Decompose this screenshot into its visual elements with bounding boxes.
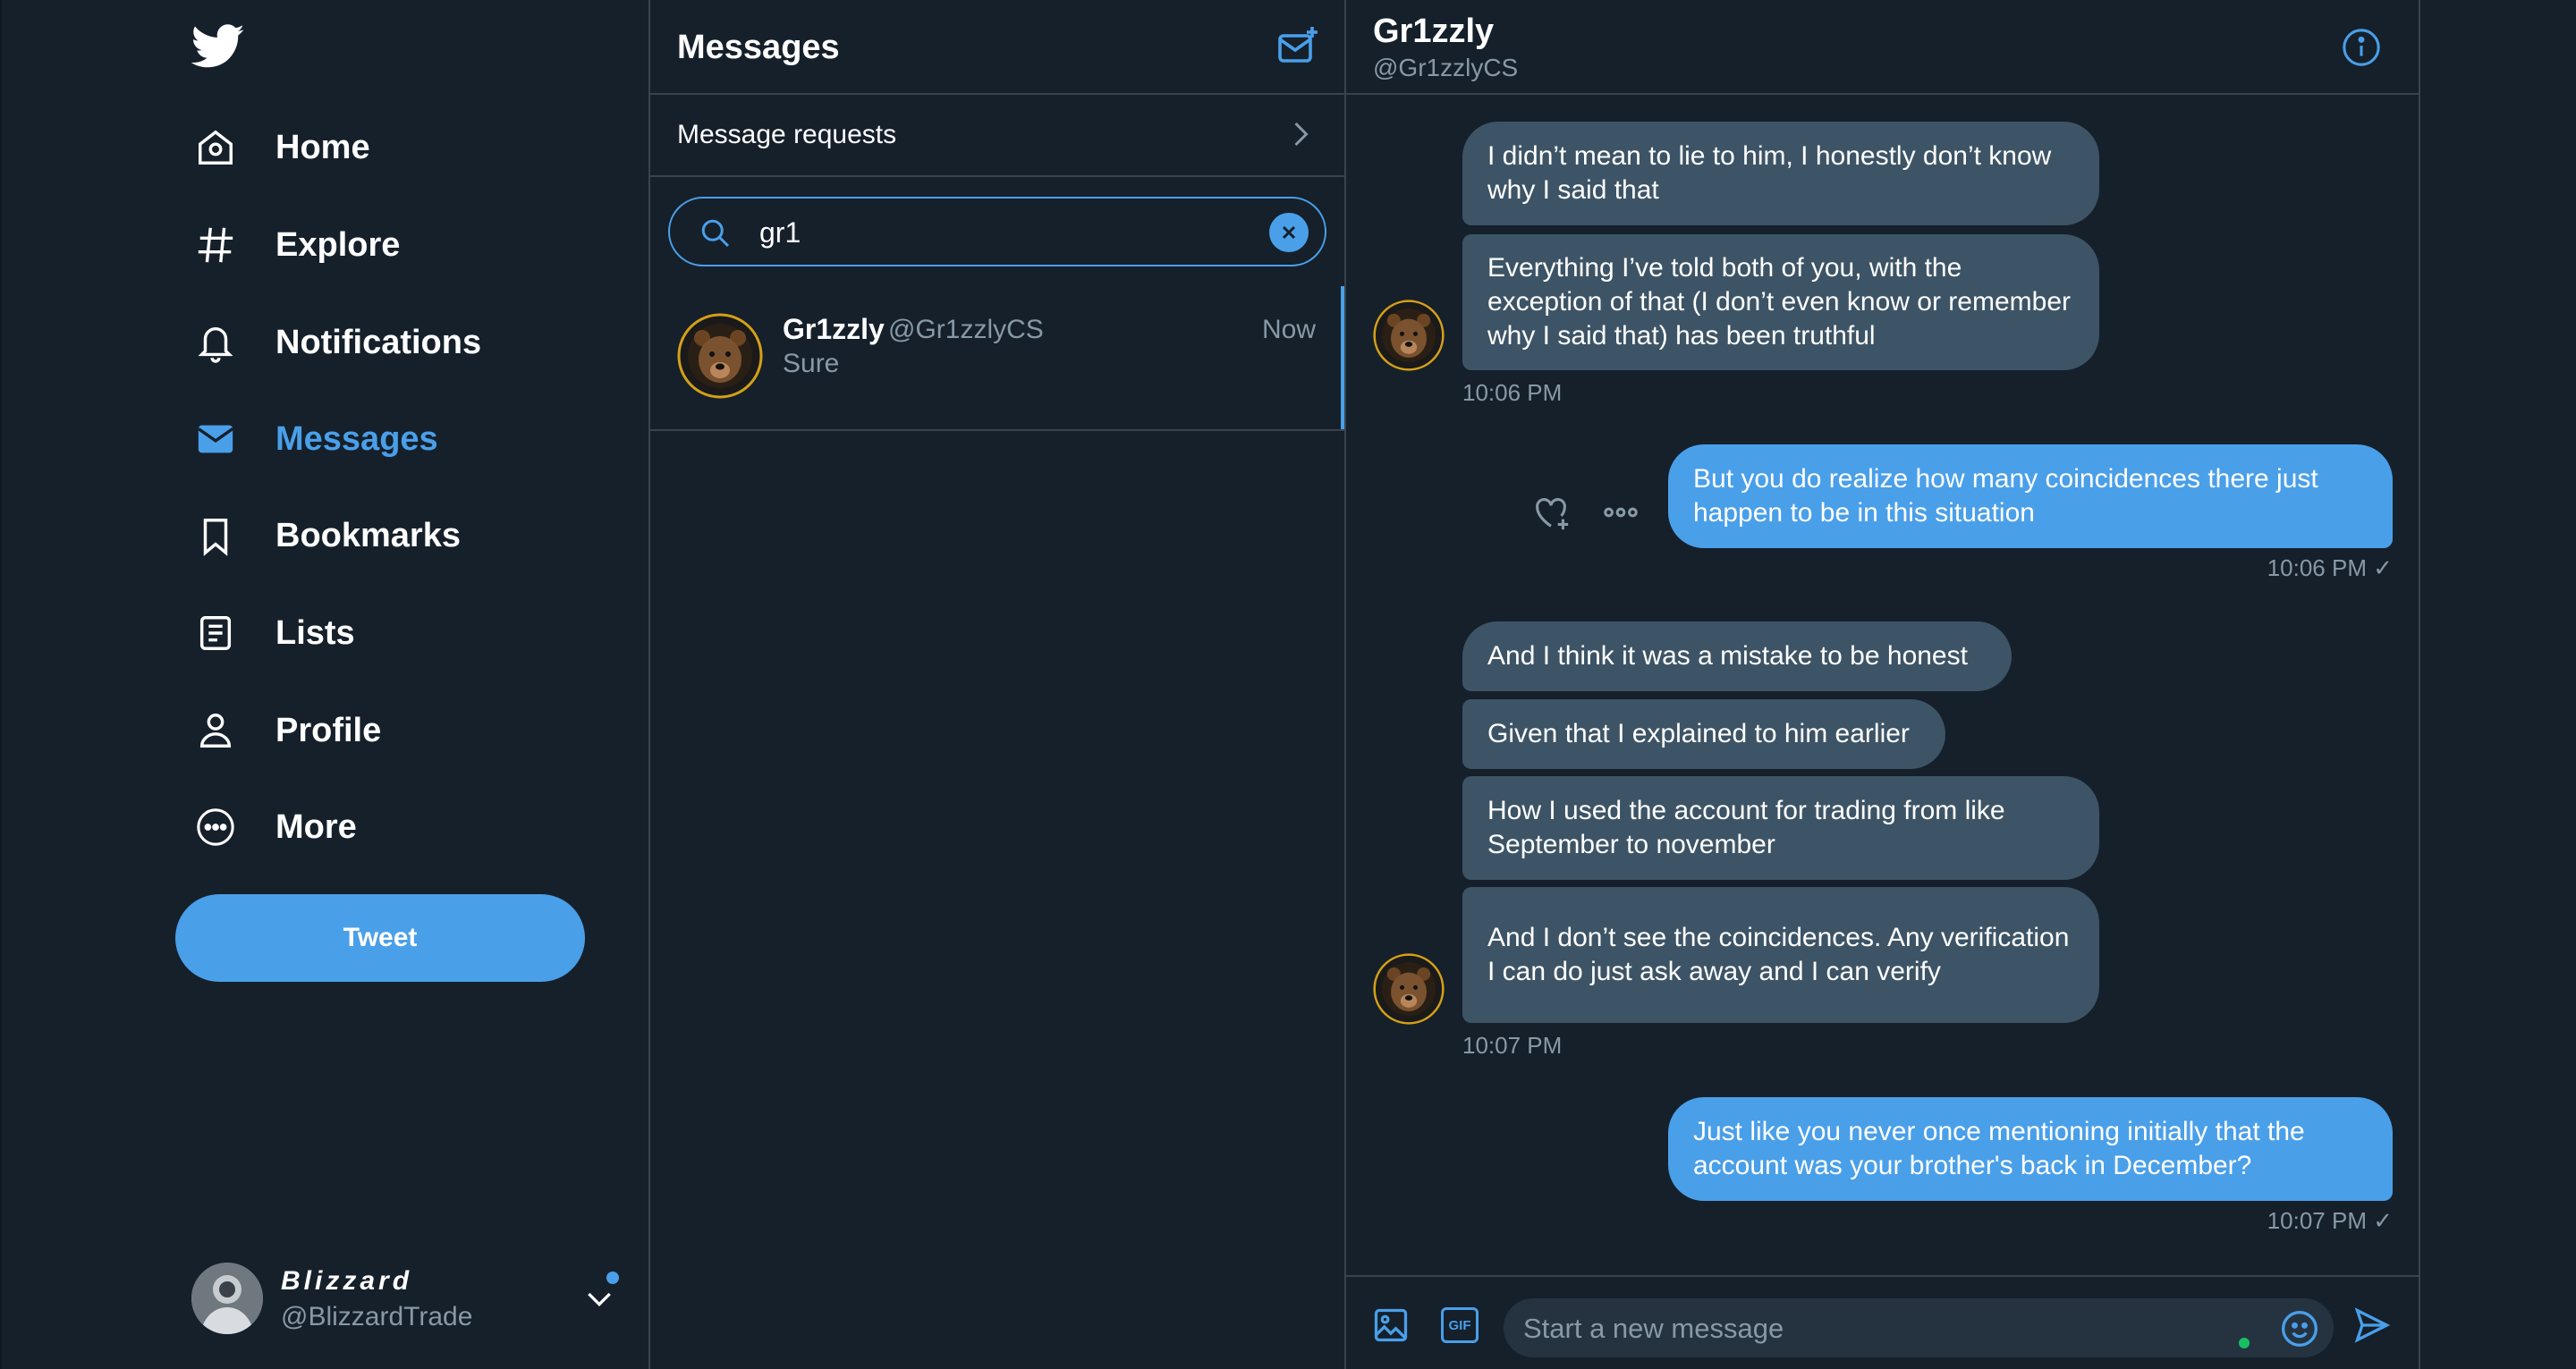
emoji-icon[interactable] xyxy=(2280,1309,2319,1348)
message-text: Everything I’ve told both of you, with t… xyxy=(1487,253,2072,351)
messages-header: Messages xyxy=(650,0,1344,95)
chat-handle: @Gr1zzlyCS xyxy=(1373,54,1519,81)
message-timestamp: 10:07 PM xyxy=(1462,1032,1563,1059)
message-input-box xyxy=(1504,1298,2334,1357)
message-text: Given that I explained to him earlier xyxy=(1487,719,1910,748)
message-timestamp: 10:06 PM xyxy=(1462,379,1563,406)
more-circle-icon xyxy=(191,803,240,851)
message-bubble-incoming[interactable]: How I used the account for trading from … xyxy=(1462,776,2099,880)
message-requests-row[interactable]: Message requests xyxy=(650,95,1344,177)
nav-item-more[interactable]: More xyxy=(191,800,357,854)
new-message-icon[interactable] xyxy=(1276,25,1319,68)
message-bubble-outgoing[interactable]: Just like you never once mentioning init… xyxy=(1668,1097,2393,1201)
message-text: And I don’t see the coincidences. Any ve… xyxy=(1487,923,2070,986)
twitter-logo-icon[interactable] xyxy=(191,23,245,70)
message-text: I didn’t mean to lie to him, I honestly … xyxy=(1487,141,2052,205)
nav-label-home: Home xyxy=(275,128,370,166)
message-timestamp: 10:06 PM ✓ xyxy=(2267,554,2393,581)
search-icon xyxy=(699,216,731,249)
message-text: And I think it was a mistake to be hones… xyxy=(1487,641,1968,671)
chat-header: Gr1zzly @Gr1zzlyCS xyxy=(1346,0,2419,95)
nav-label-notifications: Notifications xyxy=(275,323,482,361)
sidebar-nav: Home Explore Notifications Messages Book… xyxy=(0,0,650,1369)
nav-label-messages: Messages xyxy=(275,419,438,458)
nav-label-explore: Explore xyxy=(275,225,401,264)
nav-item-lists[interactable]: Lists xyxy=(191,606,355,660)
home-icon xyxy=(191,123,240,172)
gif-button[interactable]: GIF xyxy=(1441,1307,1479,1343)
page-title: Messages xyxy=(677,29,840,66)
message-bubble-incoming[interactable]: Everything I’ve told both of you, with t… xyxy=(1462,234,2099,370)
nav-item-messages[interactable]: Messages xyxy=(191,412,438,466)
chat-name: Gr1zzly xyxy=(1373,13,1495,50)
person-icon xyxy=(191,706,240,755)
conversation-time: Now xyxy=(1261,315,1316,344)
message-requests-label: Message requests xyxy=(677,120,897,149)
account-switcher[interactable]: Blizzard @BlizzardTrade xyxy=(191,1263,621,1334)
avatar xyxy=(1373,300,1445,371)
message-composer: GIF xyxy=(1346,1275,2419,1369)
avatar xyxy=(677,313,763,399)
account-name: Blizzard xyxy=(281,1266,413,1296)
search-box xyxy=(668,197,1326,266)
conversation-name: Gr1zzly xyxy=(783,313,885,345)
bookmark-icon xyxy=(191,511,240,560)
bell-icon xyxy=(191,318,240,367)
nav-label-lists: Lists xyxy=(275,613,355,652)
message-bubble-incoming[interactable]: And I think it was a mistake to be hones… xyxy=(1462,621,2012,691)
message-bubble-incoming[interactable]: Given that I explained to him earlier xyxy=(1462,699,1945,769)
message-bubble-incoming[interactable]: I didn’t mean to lie to him, I honestly … xyxy=(1462,122,2099,225)
chevron-right-icon xyxy=(1284,118,1316,150)
conversation-preview: Sure xyxy=(783,349,840,378)
avatar xyxy=(1373,953,1445,1025)
nav-label-more: More xyxy=(275,807,357,846)
selected-indicator xyxy=(1341,286,1344,429)
envelope-icon xyxy=(191,415,240,463)
heart-add-icon[interactable] xyxy=(1530,492,1572,533)
more-options-icon[interactable] xyxy=(1600,492,1641,533)
nav-label-bookmarks: Bookmarks xyxy=(275,516,461,554)
right-margin xyxy=(2419,0,2576,1369)
search-input[interactable] xyxy=(758,209,1226,256)
list-icon xyxy=(191,609,240,657)
account-handle: @BlizzardTrade xyxy=(281,1302,473,1331)
message-input[interactable] xyxy=(1521,1306,2223,1352)
message-timestamp: 10:07 PM ✓ xyxy=(2267,1207,2393,1234)
nav-label-profile: Profile xyxy=(275,711,382,749)
clear-search-button[interactable] xyxy=(1269,213,1309,252)
conversation-item[interactable]: Gr1zzly @Gr1zzlyCS Now Sure xyxy=(650,286,1344,431)
message-text: How I used the account for trading from … xyxy=(1487,796,2005,859)
conversation-handle: @Gr1zzlyCS xyxy=(888,315,1044,344)
status-dot xyxy=(2239,1338,2250,1348)
message-bubble-incoming[interactable]: And I don’t see the coincidences. Any ve… xyxy=(1462,887,2099,1023)
message-text: But you do realize how many coincidences… xyxy=(1693,464,2318,528)
nav-item-profile[interactable]: Profile xyxy=(191,704,381,757)
avatar xyxy=(191,1263,263,1334)
nav-item-explore[interactable]: Explore xyxy=(191,218,400,272)
nav-item-notifications[interactable]: Notifications xyxy=(191,316,481,369)
chat-panel: Gr1zzly @Gr1zzlyCS I didn’t mean to lie … xyxy=(1346,0,2419,1369)
nav-item-home[interactable]: Home xyxy=(191,121,370,174)
chevron-down-icon[interactable] xyxy=(581,1280,617,1316)
nav-item-bookmarks[interactable]: Bookmarks xyxy=(191,509,461,562)
messages-panel: Messages Message requests Gr1zzly @Gr1zz… xyxy=(650,0,1346,1369)
send-icon[interactable] xyxy=(2351,1306,2393,1345)
image-icon[interactable] xyxy=(1371,1306,1411,1345)
message-bubble-outgoing[interactable]: But you do realize how many coincidences… xyxy=(1668,444,2393,548)
tweet-button[interactable]: Tweet xyxy=(175,894,585,982)
hashtag-icon xyxy=(191,221,240,269)
message-text: Just like you never once mentioning init… xyxy=(1693,1117,2305,1180)
info-icon[interactable] xyxy=(2341,27,2382,68)
